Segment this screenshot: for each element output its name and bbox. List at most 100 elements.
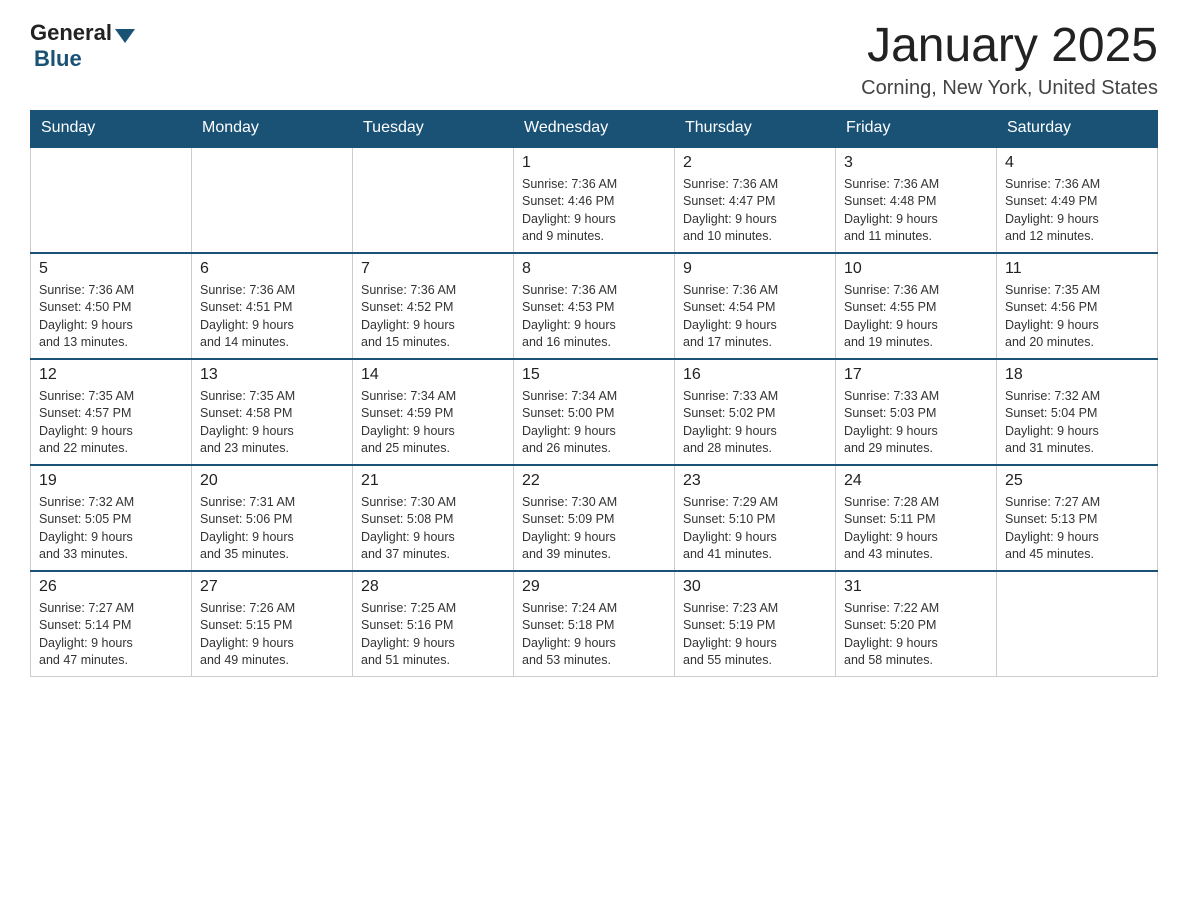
day-info: Sunrise: 7:36 AM Sunset: 4:47 PM Dayligh…	[683, 176, 827, 246]
calendar-cell: 18 Sunrise: 7:32 AM Sunset: 5:04 PM Dayli…	[997, 359, 1158, 465]
column-header-tuesday: Tuesday	[353, 110, 514, 146]
calendar-cell: 3 Sunrise: 7:36 AM Sunset: 4:48 PM Daylig…	[836, 146, 997, 253]
day-info: Sunrise: 7:36 AM Sunset: 4:46 PM Dayligh…	[522, 176, 666, 246]
calendar-cell: 4 Sunrise: 7:36 AM Sunset: 4:49 PM Daylig…	[997, 146, 1158, 253]
day-number: 30	[683, 578, 827, 596]
day-info: Sunrise: 7:36 AM Sunset: 4:51 PM Dayligh…	[200, 282, 344, 352]
calendar-cell	[192, 146, 353, 253]
day-info: Sunrise: 7:27 AM Sunset: 5:14 PM Dayligh…	[39, 600, 183, 670]
calendar-cell: 6Sunrise: 7:36 AM Sunset: 4:51 PM Daylig…	[192, 253, 353, 359]
day-info: Sunrise: 7:36 AM Sunset: 4:49 PM Dayligh…	[1005, 176, 1149, 246]
day-number: 8	[522, 260, 666, 278]
day-info: Sunrise: 7:31 AM Sunset: 5:06 PM Dayligh…	[200, 494, 344, 564]
calendar-cell: 28Sunrise: 7:25 AM Sunset: 5:16 PM Dayli…	[353, 571, 514, 677]
day-number: 4	[1005, 154, 1149, 172]
day-info: Sunrise: 7:26 AM Sunset: 5:15 PM Dayligh…	[200, 600, 344, 670]
title-block: January 2025 Corning, New York, United S…	[861, 20, 1158, 100]
column-header-sunday: Sunday	[31, 110, 192, 146]
day-info: Sunrise: 7:36 AM Sunset: 4:50 PM Dayligh…	[39, 282, 183, 352]
day-info: Sunrise: 7:36 AM Sunset: 4:55 PM Dayligh…	[844, 282, 988, 352]
main-title: January 2025	[861, 20, 1158, 73]
day-info: Sunrise: 7:24 AM Sunset: 5:18 PM Dayligh…	[522, 600, 666, 670]
calendar-cell: 1 Sunrise: 7:36 AM Sunset: 4:46 PM Daylig…	[514, 146, 675, 253]
day-info: Sunrise: 7:33 AM Sunset: 5:03 PM Dayligh…	[844, 388, 988, 458]
day-number: 15	[522, 366, 666, 384]
logo: General Blue	[30, 20, 135, 72]
day-info: Sunrise: 7:36 AM Sunset: 4:53 PM Dayligh…	[522, 282, 666, 352]
day-info: Sunrise: 7:35 AM Sunset: 4:56 PM Dayligh…	[1005, 282, 1149, 352]
calendar-cell: 20Sunrise: 7:31 AM Sunset: 5:06 PM Dayli…	[192, 465, 353, 571]
day-info: Sunrise: 7:36 AM Sunset: 4:52 PM Dayligh…	[361, 282, 505, 352]
day-number: 10	[844, 260, 988, 278]
calendar-cell: 13Sunrise: 7:35 AM Sunset: 4:58 PM Dayli…	[192, 359, 353, 465]
day-number: 11	[1005, 260, 1149, 278]
calendar-week-3: 12 Sunrise: 7:35 AM Sunset: 4:57 PM Dayli…	[31, 359, 1158, 465]
day-number: 21	[361, 472, 505, 490]
day-number: 23	[683, 472, 827, 490]
calendar-cell: 24Sunrise: 7:28 AM Sunset: 5:11 PM Dayli…	[836, 465, 997, 571]
day-number: 26	[39, 578, 183, 596]
calendar-cell: 15Sunrise: 7:34 AM Sunset: 5:00 PM Dayli…	[514, 359, 675, 465]
day-number: 29	[522, 578, 666, 596]
calendar-cell	[353, 146, 514, 253]
logo-blue: Blue	[34, 46, 82, 72]
day-info: Sunrise: 7:32 AM Sunset: 5:04 PM Dayligh…	[1005, 388, 1149, 458]
calendar-cell: 12 Sunrise: 7:35 AM Sunset: 4:57 PM Dayli…	[31, 359, 192, 465]
day-number: 17	[844, 366, 988, 384]
logo-arrow-icon	[115, 29, 135, 43]
day-number: 1	[522, 154, 666, 172]
column-header-wednesday: Wednesday	[514, 110, 675, 146]
calendar-cell: 16 Sunrise: 7:33 AM Sunset: 5:02 PM Dayli…	[675, 359, 836, 465]
day-info: Sunrise: 7:30 AM Sunset: 5:08 PM Dayligh…	[361, 494, 505, 564]
calendar-cell: 26 Sunrise: 7:27 AM Sunset: 5:14 PM Dayli…	[31, 571, 192, 677]
calendar-week-2: 5 Sunrise: 7:36 AM Sunset: 4:50 PM Daylig…	[31, 253, 1158, 359]
day-info: Sunrise: 7:30 AM Sunset: 5:09 PM Dayligh…	[522, 494, 666, 564]
calendar-cell: 9Sunrise: 7:36 AM Sunset: 4:54 PM Daylig…	[675, 253, 836, 359]
calendar-header-row: SundayMondayTuesdayWednesdayThursdayFrid…	[31, 110, 1158, 146]
column-header-thursday: Thursday	[675, 110, 836, 146]
day-number: 12	[39, 366, 183, 384]
column-header-friday: Friday	[836, 110, 997, 146]
calendar-cell: 23Sunrise: 7:29 AM Sunset: 5:10 PM Dayli…	[675, 465, 836, 571]
subtitle: Corning, New York, United States	[861, 77, 1158, 100]
calendar-cell: 8 Sunrise: 7:36 AM Sunset: 4:53 PM Daylig…	[514, 253, 675, 359]
day-number: 18	[1005, 366, 1149, 384]
day-number: 3	[844, 154, 988, 172]
calendar-cell: 31Sunrise: 7:22 AM Sunset: 5:20 PM Dayli…	[836, 571, 997, 677]
day-number: 31	[844, 578, 988, 596]
calendar-cell: 5 Sunrise: 7:36 AM Sunset: 4:50 PM Daylig…	[31, 253, 192, 359]
day-info: Sunrise: 7:36 AM Sunset: 4:54 PM Dayligh…	[683, 282, 827, 352]
calendar-cell: 30 Sunrise: 7:23 AM Sunset: 5:19 PM Dayli…	[675, 571, 836, 677]
day-info: Sunrise: 7:33 AM Sunset: 5:02 PM Dayligh…	[683, 388, 827, 458]
day-number: 27	[200, 578, 344, 596]
calendar-cell: 17 Sunrise: 7:33 AM Sunset: 5:03 PM Dayli…	[836, 359, 997, 465]
page-header: General Blue January 2025 Corning, New Y…	[30, 20, 1158, 100]
day-info: Sunrise: 7:23 AM Sunset: 5:19 PM Dayligh…	[683, 600, 827, 670]
calendar-cell: 14 Sunrise: 7:34 AM Sunset: 4:59 PM Dayli…	[353, 359, 514, 465]
calendar-cell: 22 Sunrise: 7:30 AM Sunset: 5:09 PM Dayli…	[514, 465, 675, 571]
day-number: 14	[361, 366, 505, 384]
day-number: 22	[522, 472, 666, 490]
calendar-cell	[31, 146, 192, 253]
day-info: Sunrise: 7:27 AM Sunset: 5:13 PM Dayligh…	[1005, 494, 1149, 564]
calendar-cell	[997, 571, 1158, 677]
calendar-cell: 25Sunrise: 7:27 AM Sunset: 5:13 PM Dayli…	[997, 465, 1158, 571]
column-header-saturday: Saturday	[997, 110, 1158, 146]
day-info: Sunrise: 7:25 AM Sunset: 5:16 PM Dayligh…	[361, 600, 505, 670]
day-number: 16	[683, 366, 827, 384]
day-number: 5	[39, 260, 183, 278]
day-info: Sunrise: 7:36 AM Sunset: 4:48 PM Dayligh…	[844, 176, 988, 246]
day-info: Sunrise: 7:35 AM Sunset: 4:57 PM Dayligh…	[39, 388, 183, 458]
column-header-monday: Monday	[192, 110, 353, 146]
calendar-cell: 27 Sunrise: 7:26 AM Sunset: 5:15 PM Dayli…	[192, 571, 353, 677]
calendar-week-4: 19Sunrise: 7:32 AM Sunset: 5:05 PM Dayli…	[31, 465, 1158, 571]
calendar-cell: 11 Sunrise: 7:35 AM Sunset: 4:56 PM Dayli…	[997, 253, 1158, 359]
logo-general: General	[30, 20, 112, 46]
day-number: 19	[39, 472, 183, 490]
day-number: 2	[683, 154, 827, 172]
calendar-cell: 21 Sunrise: 7:30 AM Sunset: 5:08 PM Dayli…	[353, 465, 514, 571]
calendar-cell: 2 Sunrise: 7:36 AM Sunset: 4:47 PM Daylig…	[675, 146, 836, 253]
day-info: Sunrise: 7:35 AM Sunset: 4:58 PM Dayligh…	[200, 388, 344, 458]
day-info: Sunrise: 7:34 AM Sunset: 4:59 PM Dayligh…	[361, 388, 505, 458]
day-info: Sunrise: 7:28 AM Sunset: 5:11 PM Dayligh…	[844, 494, 988, 564]
